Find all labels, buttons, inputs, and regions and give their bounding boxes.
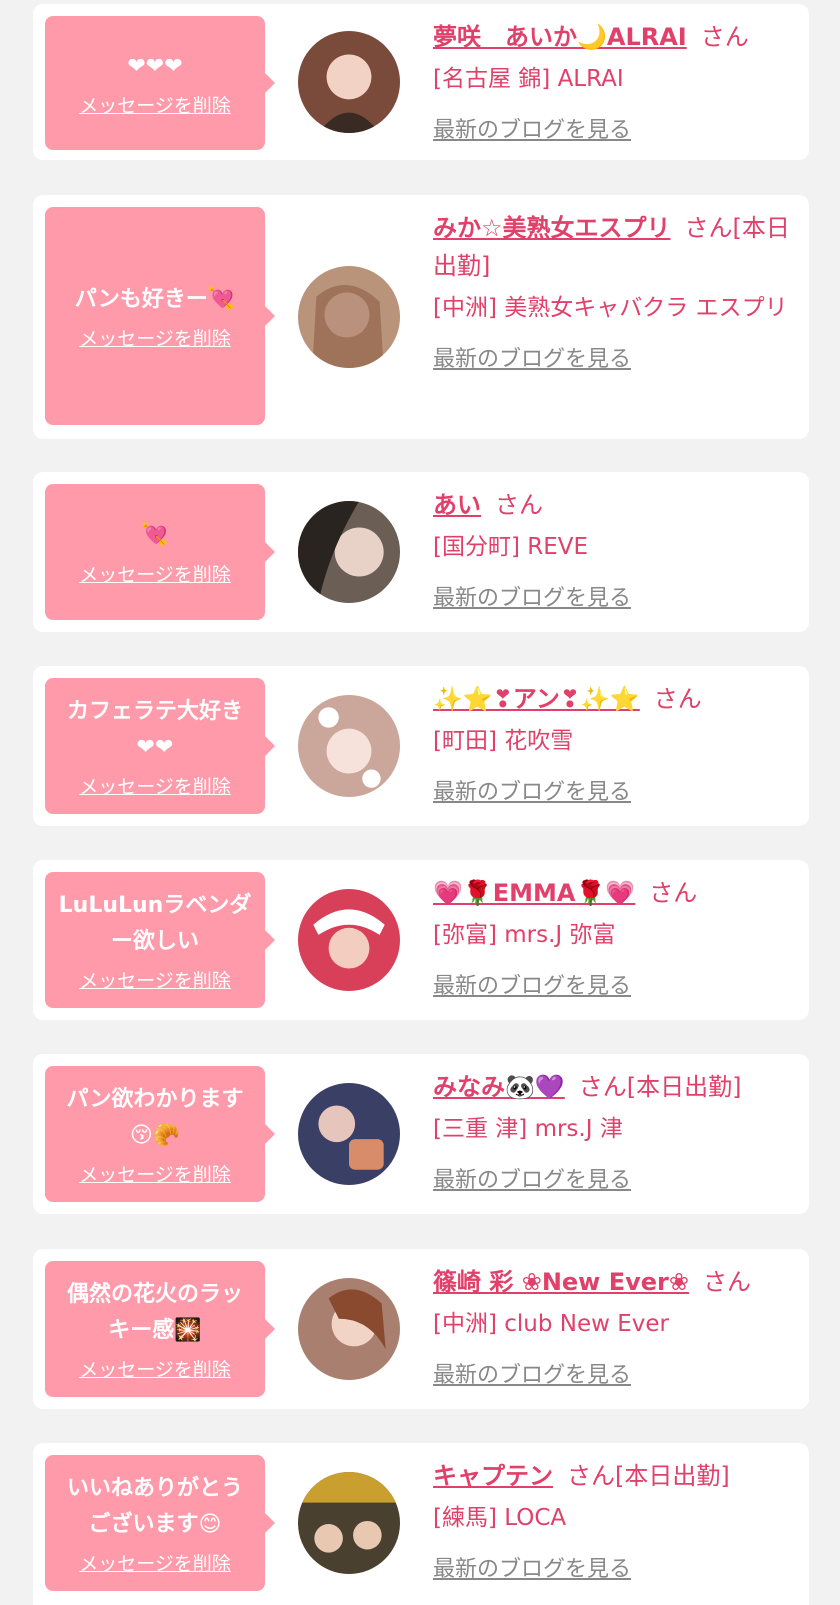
delete-message-link[interactable]: メッセージを削除 bbox=[79, 1160, 231, 1187]
cast-name-link[interactable]: みなみ🐼💜 bbox=[433, 1073, 565, 1101]
honorific: さん[本日出勤] bbox=[567, 1462, 730, 1490]
profile-info: 夢咲 あいか🌙ALRAI さん [名古屋 錦] ALRAI 最新のブログを見る bbox=[433, 10, 799, 144]
shop-label: [名古屋 錦] ALRAI bbox=[433, 66, 624, 92]
delete-message-link[interactable]: メッセージを削除 bbox=[79, 91, 231, 118]
list-item: カフェラテ大好き ❤❤ メッセージを削除 ✨⭐❣アン❣✨⭐ さん [町田] 花吹雪… bbox=[33, 666, 809, 826]
honorific: さん[本日出勤] bbox=[578, 1073, 742, 1101]
list-item: パンも好きー💘 メッセージを削除 みか☆美熟女エスプリ さん[本日出勤] [中洲]… bbox=[33, 195, 809, 439]
message-bubble: ❤❤❤ メッセージを削除 bbox=[45, 16, 275, 150]
cast-name-link[interactable]: あい bbox=[433, 491, 481, 519]
latest-blog-link[interactable]: 最新のブログを見る bbox=[433, 1357, 631, 1389]
list-item: LuLuLunラベンダ ー欲しい メッセージを削除 💗🌹EMMA🌹💗 さん [弥富… bbox=[33, 860, 809, 1020]
list-item: ❤❤❤ メッセージを削除 夢咲 あいか🌙ALRAI さん [名古屋 錦] ALRA… bbox=[33, 4, 809, 160]
message-bubble: カフェラテ大好き ❤❤ メッセージを削除 bbox=[45, 678, 275, 814]
message-bubble: パンも好きー💘 メッセージを削除 bbox=[45, 207, 275, 425]
shop-label: [町田] 花吹雪 bbox=[433, 728, 574, 754]
honorific: さん bbox=[649, 879, 698, 907]
message-bubble: LuLuLunラベンダ ー欲しい メッセージを削除 bbox=[45, 872, 275, 1008]
list-item: 💘 メッセージを削除 あい さん [国分町] REVE 最新のブログを見る bbox=[33, 472, 809, 632]
list-item: パン欲わかります 😚🥐 メッセージを削除 みなみ🐼💜 さん[本日出勤] [三重 津… bbox=[33, 1054, 809, 1214]
shop-label: [中洲] 美熟女キャバクラ エスプリ bbox=[433, 295, 788, 321]
profile-info: キャプテン さん[本日出勤] [練馬] LOCA 最新のブログを見る bbox=[433, 1449, 799, 1583]
list-item: 偶然の花火のラッ キー感🎇 メッセージを削除 篠崎 彩 ❀New Ever❀ さん… bbox=[33, 1249, 809, 1409]
avatar[interactable] bbox=[298, 889, 400, 991]
latest-blog-link[interactable]: 最新のブログを見る bbox=[433, 1551, 631, 1583]
message-bubble: 偶然の花火のラッ キー感🎇 メッセージを削除 bbox=[45, 1261, 275, 1397]
delete-message-link[interactable]: メッセージを削除 bbox=[79, 1549, 231, 1576]
honorific: さん bbox=[702, 1268, 751, 1296]
latest-blog-link[interactable]: 最新のブログを見る bbox=[433, 112, 631, 144]
profile-info: あい さん [国分町] REVE 最新のブログを見る bbox=[433, 478, 799, 612]
shop-label: [国分町] REVE bbox=[433, 534, 589, 560]
avatar[interactable] bbox=[298, 695, 400, 797]
message-text: パン欲わかります 😚🥐 bbox=[66, 1086, 244, 1148]
cast-name-link[interactable]: 夢咲 あいか🌙ALRAI bbox=[433, 23, 687, 51]
delete-message-link[interactable]: メッセージを削除 bbox=[79, 324, 231, 351]
latest-blog-link[interactable]: 最新のブログを見る bbox=[433, 580, 631, 612]
cast-name-link[interactable]: 💗🌹EMMA🌹💗 bbox=[433, 879, 635, 907]
cast-name-link[interactable]: みか☆美熟女エスプリ bbox=[433, 214, 671, 242]
message-text: いいねありがとう ございます😊 bbox=[66, 1475, 243, 1537]
delete-message-link[interactable]: メッセージを削除 bbox=[79, 560, 231, 587]
cast-name-link[interactable]: キャプテン bbox=[433, 1462, 553, 1490]
avatar[interactable] bbox=[298, 1278, 400, 1380]
profile-info: みなみ🐼💜 さん[本日出勤] [三重 津] mrs.J 津 最新のブログを見る bbox=[433, 1060, 799, 1194]
message-text: カフェラテ大好き ❤❤ bbox=[66, 698, 243, 760]
avatar[interactable] bbox=[298, 31, 400, 133]
profile-info: ✨⭐❣アン❣✨⭐ さん [町田] 花吹雪 最新のブログを見る bbox=[433, 672, 799, 806]
shop-label: [弥富] mrs.J 弥富 bbox=[433, 922, 616, 948]
cast-name-link[interactable]: 篠崎 彩 ❀New Ever❀ bbox=[433, 1268, 689, 1296]
message-bubble: パン欲わかります 😚🥐 メッセージを削除 bbox=[45, 1066, 275, 1202]
message-text: 💘 bbox=[141, 522, 169, 548]
avatar[interactable] bbox=[298, 1472, 400, 1574]
message-bubble: いいねありがとう ございます😊 メッセージを削除 bbox=[45, 1455, 275, 1591]
avatar[interactable] bbox=[298, 501, 400, 603]
delete-message-link[interactable]: メッセージを削除 bbox=[79, 1355, 231, 1382]
avatar[interactable] bbox=[298, 1083, 400, 1185]
message-text: ❤❤❤ bbox=[127, 53, 183, 79]
shop-label: [三重 津] mrs.J 津 bbox=[433, 1116, 623, 1142]
message-text: パンも好きー💘 bbox=[74, 286, 236, 312]
message-bubble: 💘 メッセージを削除 bbox=[45, 484, 275, 620]
latest-blog-link[interactable]: 最新のブログを見る bbox=[433, 1162, 631, 1194]
shop-label: [中洲] club New Ever bbox=[433, 1311, 670, 1337]
latest-blog-link[interactable]: 最新のブログを見る bbox=[433, 341, 631, 373]
profile-info: 篠崎 彩 ❀New Ever❀ さん [中洲] club New Ever 最新の… bbox=[433, 1255, 799, 1389]
shop-label: [練馬] LOCA bbox=[433, 1505, 567, 1531]
delete-message-link[interactable]: メッセージを削除 bbox=[79, 966, 231, 993]
latest-blog-link[interactable]: 最新のブログを見る bbox=[433, 774, 631, 806]
avatar[interactable] bbox=[298, 266, 400, 368]
delete-message-link[interactable]: メッセージを削除 bbox=[79, 772, 231, 799]
list-item: いいねありがとう ございます😊 メッセージを削除 キャプテン さん[本日出勤] [… bbox=[33, 1443, 809, 1605]
message-text: 偶然の花火のラッ キー感🎇 bbox=[66, 1281, 243, 1343]
cast-name-link[interactable]: ✨⭐❣アン❣✨⭐ bbox=[433, 685, 640, 713]
profile-info: みか☆美熟女エスプリ さん[本日出勤] [中洲] 美熟女キャバクラ エスプリ 最新… bbox=[433, 201, 799, 373]
honorific: さん bbox=[700, 23, 749, 51]
honorific: さん bbox=[653, 685, 702, 713]
favorites-list: ❤❤❤ メッセージを削除 夢咲 あいか🌙ALRAI さん [名古屋 錦] ALRA… bbox=[0, 0, 840, 1605]
latest-blog-link[interactable]: 最新のブログを見る bbox=[433, 968, 631, 1000]
honorific: さん bbox=[495, 491, 543, 519]
profile-info: 💗🌹EMMA🌹💗 さん [弥富] mrs.J 弥富 最新のブログを見る bbox=[433, 866, 799, 1000]
message-text: LuLuLunラベンダ ー欲しい bbox=[58, 892, 252, 954]
